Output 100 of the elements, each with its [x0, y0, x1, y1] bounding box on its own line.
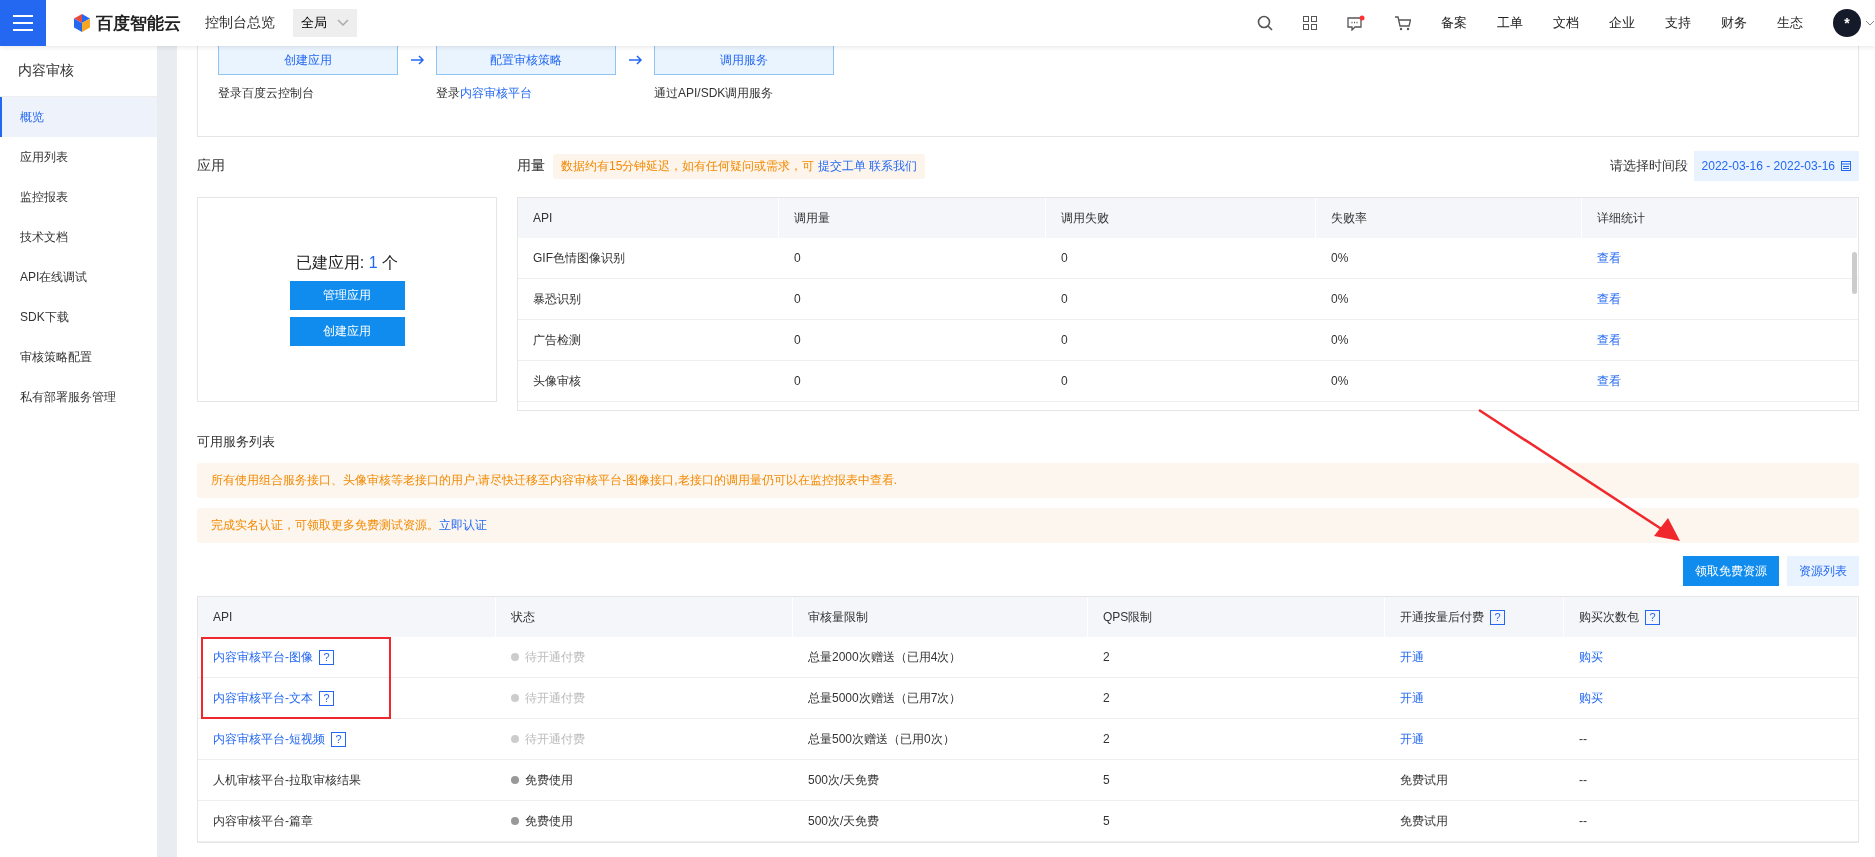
table-cell: 总量2000次赠送（已用4次）	[793, 637, 1088, 678]
enable-link[interactable]: 开通	[1400, 689, 1424, 707]
calendar-icon	[1841, 161, 1851, 171]
app-button[interactable]: 管理应用	[289, 281, 405, 310]
help-icon[interactable]: ?	[319, 649, 334, 665]
menu-icon	[13, 15, 33, 31]
table-cell: 5	[1088, 760, 1385, 801]
date-label: 请选择时间段	[1609, 157, 1688, 175]
step-caption: 登录百度云控制台	[218, 85, 315, 102]
status-text: 待开通付费	[525, 730, 585, 748]
date-range-picker[interactable]: 2022-03-16 - 2022-03-16	[1693, 151, 1859, 181]
action-button[interactable]: 领取免费资源	[1683, 556, 1779, 586]
nav-link[interactable]: 企业	[1609, 14, 1635, 32]
sidebar-item[interactable]: 技术文档	[0, 217, 157, 257]
table-cell: 0%	[1316, 279, 1582, 320]
section-title: 用量	[517, 156, 545, 175]
nav-link[interactable]: 文档	[1553, 14, 1579, 32]
status-text: 待开通付费	[525, 689, 585, 707]
caret-icon[interactable]	[1865, 19, 1875, 27]
menu-button[interactable]	[0, 0, 46, 46]
cell-text: --	[1579, 814, 1587, 828]
contact-link[interactable]: 联系我们	[869, 158, 918, 173]
message-icon[interactable]	[1347, 15, 1365, 31]
arrow-icon	[411, 55, 425, 65]
region-dropdown[interactable]: 全局	[293, 9, 357, 37]
table-cell: 0	[1046, 279, 1316, 320]
buy-link[interactable]: 购买	[1579, 648, 1603, 666]
grid-icon[interactable]	[1303, 16, 1317, 30]
status-text: 免费使用	[525, 812, 573, 830]
api-link[interactable]: 内容审核平台-图像	[213, 648, 313, 666]
table-cell: 2	[1088, 678, 1385, 719]
enable-link[interactable]: 开通	[1400, 730, 1424, 748]
nav-link[interactable]: 财务	[1721, 14, 1747, 32]
notice-text: 所有使用组合服务接口、头像审核等老接口的用户,请尽快迁移至内容审核平台-图像接口,老接口的调用量仍可以在监控报表中查看.	[211, 472, 897, 489]
table-cell: 0%	[1316, 238, 1582, 279]
sidebar-item[interactable]: 审核策略配置	[0, 337, 157, 377]
nav-link[interactable]: 工单	[1497, 14, 1523, 32]
contact-link[interactable]: 提交工单	[817, 158, 866, 173]
section-title: 可用服务列表	[197, 433, 276, 451]
table-cell: 总量500次赠送（已用0次）	[793, 719, 1088, 760]
action-button[interactable]: 资源列表	[1787, 556, 1859, 586]
step-box: 调用服务	[654, 46, 834, 75]
table-cell: 暴恐识别	[518, 279, 779, 320]
status-text: 免费使用	[525, 771, 573, 789]
status-text: 待开通付费	[525, 648, 585, 666]
nav-link[interactable]: 生态	[1777, 14, 1803, 32]
column-header: API	[518, 198, 779, 238]
table-cell: 2	[1088, 719, 1385, 760]
sidebar-item[interactable]: 概览	[0, 97, 157, 137]
table-cell: 0	[779, 279, 1046, 320]
app-button[interactable]: 创建应用	[289, 317, 405, 346]
column-header: 审核量限制	[808, 608, 868, 626]
verify-link[interactable]: 立即认证	[439, 517, 487, 534]
column-header: API	[213, 610, 233, 624]
table-cell: 0	[779, 361, 1046, 402]
buy-link[interactable]: 购买	[1579, 689, 1603, 707]
sidebar-item[interactable]: 私有部署服务管理	[0, 377, 157, 417]
api-name: 内容审核平台-篇章	[213, 812, 313, 830]
column-header: 状态	[511, 608, 535, 626]
help-icon[interactable]: ?	[1645, 609, 1660, 625]
table-cell: 头像审核	[518, 361, 779, 402]
sidebar-item[interactable]: SDK下载	[0, 297, 157, 337]
api-link[interactable]: 内容审核平台-文本	[213, 689, 313, 707]
platform-link[interactable]: 内容审核平台	[460, 86, 532, 100]
avatar[interactable]: *	[1833, 9, 1861, 37]
table-cell: 0%	[1316, 361, 1582, 402]
view-link[interactable]: 查看	[1597, 331, 1621, 349]
table-cell: 0	[779, 320, 1046, 361]
column-header: 调用失败	[1046, 198, 1316, 238]
nav-link[interactable]: 备案	[1441, 14, 1467, 32]
help-icon[interactable]: ?	[1490, 609, 1505, 625]
view-link[interactable]: 查看	[1597, 249, 1621, 267]
step-caption: 通过API/SDK调用服务	[654, 85, 775, 102]
nav-link[interactable]: 支持	[1665, 14, 1691, 32]
table-cell: 0	[1046, 320, 1316, 361]
scrollbar[interactable]	[1852, 252, 1857, 294]
column-header: 开通按量后付费	[1400, 608, 1484, 626]
column-header: QPS限制	[1103, 608, 1153, 626]
sidebar-item[interactable]: 应用列表	[0, 137, 157, 177]
brand-name: 百度智能云	[96, 12, 181, 35]
table-cell: 500次/天免费	[793, 760, 1088, 801]
step-caption: 登录内容审核平台	[436, 85, 533, 102]
arrow-icon	[629, 55, 643, 65]
search-icon[interactable]	[1257, 15, 1273, 31]
column-header: 购买次数包	[1579, 608, 1639, 626]
enable-link[interactable]: 开通	[1400, 648, 1424, 666]
view-link[interactable]: 查看	[1597, 290, 1621, 308]
table-cell: 2	[1088, 637, 1385, 678]
view-link[interactable]: 查看	[1597, 372, 1621, 390]
console-title[interactable]: 控制台总览	[205, 14, 275, 32]
cart-icon[interactable]	[1395, 15, 1411, 31]
help-icon[interactable]: ?	[331, 731, 346, 747]
sidebar-item[interactable]: 监控报表	[0, 177, 157, 217]
chevron-icon	[337, 19, 349, 27]
sidebar-item[interactable]: API在线调试	[0, 257, 157, 297]
cell-text: --	[1579, 773, 1587, 787]
help-icon[interactable]: ?	[319, 690, 334, 706]
api-name: 人机审核平台-拉取审核结果	[213, 771, 361, 789]
api-link[interactable]: 内容审核平台-短视频	[213, 730, 325, 748]
cell-text: 免费试用	[1400, 771, 1448, 789]
